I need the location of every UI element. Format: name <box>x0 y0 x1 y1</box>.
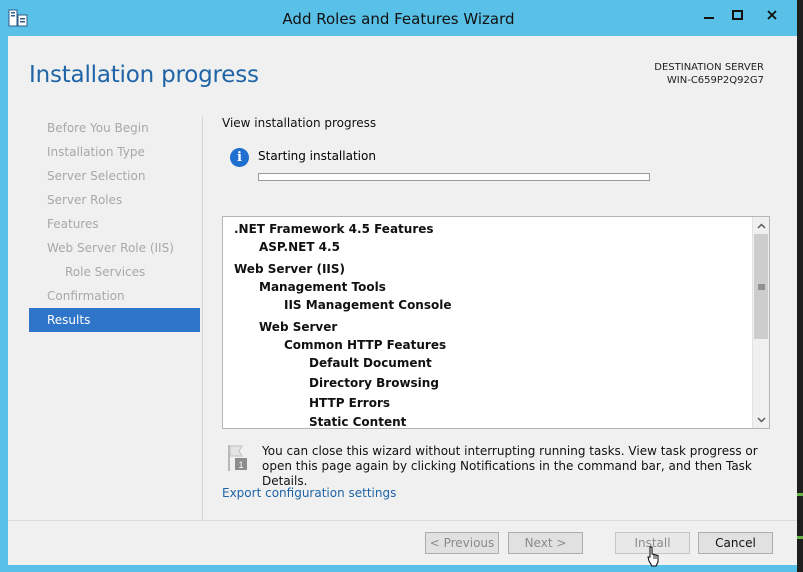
window-title: Add Roles and Features Wizard <box>282 10 515 28</box>
nav-item-confirmation: Confirmation <box>47 289 125 303</box>
list-item: .NET Framework 4.5 Features <box>234 222 434 236</box>
feature-list[interactable]: .NET Framework 4.5 Features ASP.NET 4.5 … <box>222 216 770 429</box>
info-icon: i <box>230 148 249 167</box>
notice-message: You can close this wizard without interr… <box>262 444 758 488</box>
list-item: Web Server (IIS) <box>234 262 346 276</box>
notification-count: 1 <box>238 460 243 470</box>
window-bottom-border <box>0 565 797 572</box>
list-item: HTTP Errors <box>309 396 390 410</box>
list-item: IIS Management Console <box>284 298 452 312</box>
wizard-client-area: Installation progress DESTINATION SERVER… <box>8 36 797 565</box>
wizard-footer: < Previous Next > Install Cancel <box>8 520 797 565</box>
close-icon <box>767 10 777 20</box>
next-button[interactable]: Next > <box>508 532 583 554</box>
scroll-thumb[interactable] <box>754 234 768 339</box>
destination-label: DESTINATION SERVER <box>654 62 764 73</box>
close-button[interactable] <box>751 4 793 26</box>
wizard-nav: Before You Begin Installation Type Serve… <box>29 116 200 332</box>
cancel-button[interactable]: Cancel <box>698 532 773 554</box>
nav-item-server-selection: Server Selection <box>47 169 146 183</box>
nav-divider <box>202 116 203 546</box>
destination-server-name: WIN-C659P2Q92G7 <box>666 75 764 86</box>
nav-item-role-services: Role Services <box>65 265 146 279</box>
feature-list-scrollbar[interactable] <box>752 217 769 428</box>
previous-button[interactable]: < Previous <box>425 532 499 554</box>
nav-item-features: Features <box>47 217 99 231</box>
list-item: Common HTTP Features <box>284 338 447 352</box>
section-label: View installation progress <box>222 116 377 130</box>
chevron-up-icon <box>757 223 765 228</box>
page-title: Installation progress <box>29 62 259 88</box>
notification-flag-icon: 1 <box>228 445 247 471</box>
scroll-up-button[interactable] <box>753 217 769 234</box>
scroll-down-button[interactable] <box>753 411 769 428</box>
nav-item-results[interactable]: Results <box>29 308 200 332</box>
maximize-button[interactable] <box>723 4 751 26</box>
destination-server-info: DESTINATION SERVER WIN-C659P2Q92G7 <box>654 61 764 87</box>
taskbar-mark <box>797 536 803 539</box>
mouse-pointer-icon <box>647 546 659 567</box>
installation-status: Starting installation <box>258 149 376 163</box>
wizard-window: Add Roles and Features Wizard Installati… <box>0 0 803 572</box>
desktop-background <box>797 0 803 572</box>
maximize-icon <box>731 10 743 20</box>
list-item: ASP.NET 4.5 <box>259 240 340 254</box>
chevron-down-icon <box>757 417 765 422</box>
title-bar[interactable]: Add Roles and Features Wizard <box>0 0 797 36</box>
grip-icon <box>757 284 765 289</box>
export-configuration-link[interactable]: Export configuration settings <box>222 486 396 500</box>
installation-progress-bar <box>258 173 650 181</box>
nav-item-web-server-role: Web Server Role (IIS) <box>47 241 174 255</box>
list-item: Directory Browsing <box>309 376 439 390</box>
taskbar-mark <box>797 493 803 496</box>
list-item: Static Content <box>309 415 407 429</box>
nav-item-before-you-begin: Before You Begin <box>47 121 149 135</box>
minimize-icon <box>704 17 714 19</box>
minimize-button[interactable] <box>695 4 723 26</box>
list-item: Management Tools <box>259 280 386 294</box>
list-item: Default Document <box>309 356 432 370</box>
nav-item-server-roles: Server Roles <box>47 193 123 207</box>
list-item: Web Server <box>259 320 338 334</box>
nav-item-installation-type: Installation Type <box>47 145 145 159</box>
